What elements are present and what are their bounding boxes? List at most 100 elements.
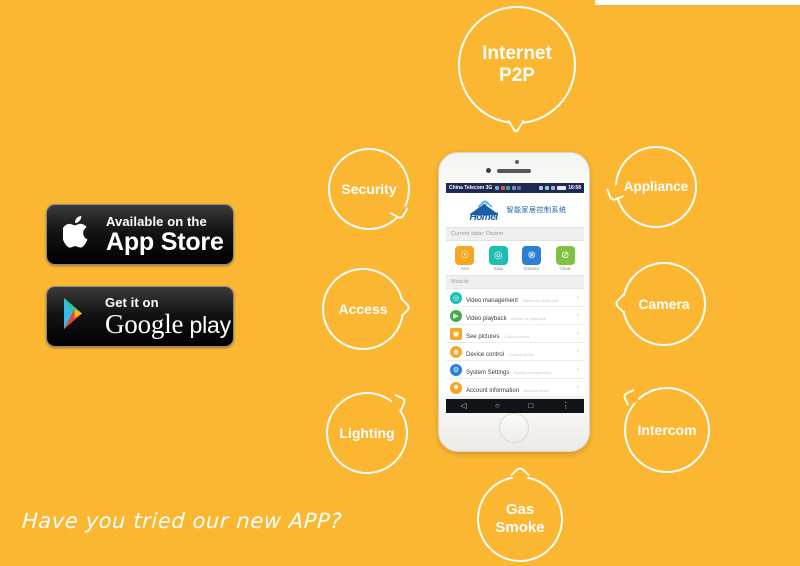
list-item-text: Device control Control device — [466, 343, 573, 361]
list-item-sub: System configuration — [513, 369, 552, 375]
recents-icon[interactable]: □ — [528, 402, 533, 410]
bubble-line-2: Smoke — [495, 519, 545, 536]
action-stay[interactable]: ◎ Stay — [485, 246, 511, 272]
bubble-access-label: Access — [338, 300, 388, 317]
bubble-internet-p2p-label: Internet P2P — [478, 43, 556, 88]
list-item[interactable]: ☻ Account information Account detail › — [446, 379, 584, 397]
bubble-gas-smoke[interactable]: Gas Smoke — [477, 476, 563, 562]
app-store-badge-big: App Store — [106, 228, 224, 256]
google-play-badge-small: Get it on — [105, 295, 159, 310]
back-icon[interactable]: ◁ — [460, 402, 466, 410]
module-section-header: Module — [446, 275, 584, 289]
app-store-badge[interactable]: Available on the App Store — [46, 204, 234, 265]
list-item[interactable]: ◎ Video management Watch the video live … — [446, 289, 584, 307]
bubble-camera[interactable]: Camera — [622, 262, 706, 346]
status-bar: China Telecom 3G 16:58 — [446, 183, 584, 193]
bubble-access[interactable]: Access — [322, 268, 404, 350]
list-item-text: Video management Watch the video live — [466, 289, 573, 307]
action-arm-label: Arm — [460, 267, 470, 272]
list-item-title: Account information — [466, 387, 520, 394]
system-settings-icon: ⚙ — [450, 363, 462, 376]
clock-label: 16:58 — [568, 185, 581, 191]
home-wifi-logo-icon: Homei — [464, 197, 504, 223]
list-item-title: Video management — [466, 297, 518, 304]
status-bar-right: 16:58 — [539, 185, 581, 191]
alarm-icon — [500, 186, 505, 190]
current-state-label: Current state: Disarm — [446, 227, 584, 241]
bubble-security-label: Security — [341, 180, 397, 197]
bubble-gas-smoke-label: Gas Smoke — [491, 501, 548, 536]
sync-icon — [511, 186, 516, 190]
action-clear[interactable]: ⊘ Clear — [552, 246, 578, 272]
proximity-sensor-icon — [515, 160, 519, 164]
earpiece-speaker — [497, 169, 531, 173]
list-item-sub: Control device — [508, 351, 535, 357]
home-icon[interactable]: ○ — [495, 402, 500, 410]
app-subtitle-cn: 智能家居控制系统 — [506, 207, 567, 214]
video-playback-icon: ▶ — [450, 309, 462, 322]
disarm-icon: ⊗ — [522, 246, 542, 265]
list-item-text: System Settings System configuration — [466, 361, 573, 379]
android-nav-bar: ◁ ○ □ ⋮ — [446, 399, 584, 413]
list-item[interactable]: ◉ Device control Control device › — [446, 343, 584, 361]
chevron-right-icon: › — [576, 366, 579, 373]
list-item[interactable]: ▣ See pictures Capture photo › — [446, 325, 584, 343]
chevron-right-icon: › — [576, 312, 579, 319]
signal-icon — [495, 186, 500, 190]
list-item-text: See pictures Capture photo — [466, 325, 573, 343]
list-item-text: Account information Account detail — [466, 379, 573, 397]
action-disarm[interactable]: ⊗ Disarm — [519, 246, 545, 272]
chevron-right-icon: › — [576, 348, 579, 355]
list-item-sub: Watch the playback — [511, 315, 546, 321]
quick-actions-row: ☉ Arm ◎ Stay ⊗ Disarm ⊘ Clear — [446, 241, 584, 275]
bluetooth-icon — [545, 186, 550, 190]
message-icon — [506, 186, 511, 190]
app-store-badge-small: Available on the — [106, 214, 207, 229]
bubble-appliance-label: Appliance — [623, 179, 689, 195]
poster-canvas: Internet P2P Security Appliance Access C… — [0, 0, 800, 566]
smartphone-mockup: China Telecom 3G 16:58 Homei 智能家居控制系统 Cu… — [438, 152, 590, 452]
status-bar-icons — [495, 186, 522, 190]
vibrate-icon — [551, 186, 556, 190]
arm-icon: ☉ — [455, 246, 475, 265]
home-button[interactable] — [499, 413, 529, 443]
bubble-internet-p2p[interactable]: Internet P2P — [458, 6, 576, 124]
top-white-strip — [595, 0, 800, 5]
video-management-icon: ◎ — [450, 291, 462, 304]
action-clear-label: Clear — [559, 267, 571, 272]
bubble-line-2: P2P — [499, 65, 535, 86]
google-play-badge-big: Google play — [105, 309, 231, 339]
bubble-camera-label: Camera — [638, 295, 690, 312]
google-play-badge[interactable]: Get it on Google play — [46, 286, 234, 347]
device-control-icon: ◉ — [450, 345, 462, 358]
account-information-icon: ☻ — [450, 381, 462, 394]
phone-screen: China Telecom 3G 16:58 Homei 智能家居控制系统 Cu… — [446, 183, 584, 399]
google-play-badge-text: Get it on Google play — [105, 295, 231, 338]
bubble-line-1: Gas — [505, 501, 535, 519]
bubble-intercom-label: Intercom — [637, 421, 697, 438]
app-logo-row: Homei 智能家居控制系统 — [446, 193, 584, 227]
menu-icon[interactable]: ⋮ — [562, 402, 570, 410]
list-item[interactable]: ▶ Video playback Watch the playback › — [446, 307, 584, 325]
bubble-lighting-label: Lighting — [339, 424, 395, 441]
apple-icon — [61, 214, 93, 255]
wifi-icon — [539, 186, 544, 190]
list-item-sub: Account detail — [523, 387, 549, 393]
google-play-triangle-icon — [61, 296, 95, 337]
download-icon — [517, 186, 522, 190]
google-word: Google — [105, 309, 184, 339]
list-item-text: Video playback Watch the playback — [466, 307, 573, 325]
list-item-sub: Watch the video live — [522, 297, 559, 303]
list-item[interactable]: ⚙ System Settings System configuration › — [446, 361, 584, 379]
stay-icon: ◎ — [488, 246, 508, 265]
see-pictures-icon: ▣ — [450, 327, 462, 340]
list-item-title: Device control — [466, 351, 505, 358]
front-camera-icon — [486, 168, 491, 173]
app-wordmark: Homei — [469, 212, 498, 223]
bubble-appliance[interactable]: Appliance — [615, 146, 697, 228]
bubble-line-1: Internet — [482, 42, 552, 64]
action-arm[interactable]: ☉ Arm — [452, 246, 478, 272]
chevron-right-icon: › — [576, 294, 579, 301]
battery-icon — [557, 186, 567, 190]
list-item-title: Video playback — [466, 315, 507, 322]
